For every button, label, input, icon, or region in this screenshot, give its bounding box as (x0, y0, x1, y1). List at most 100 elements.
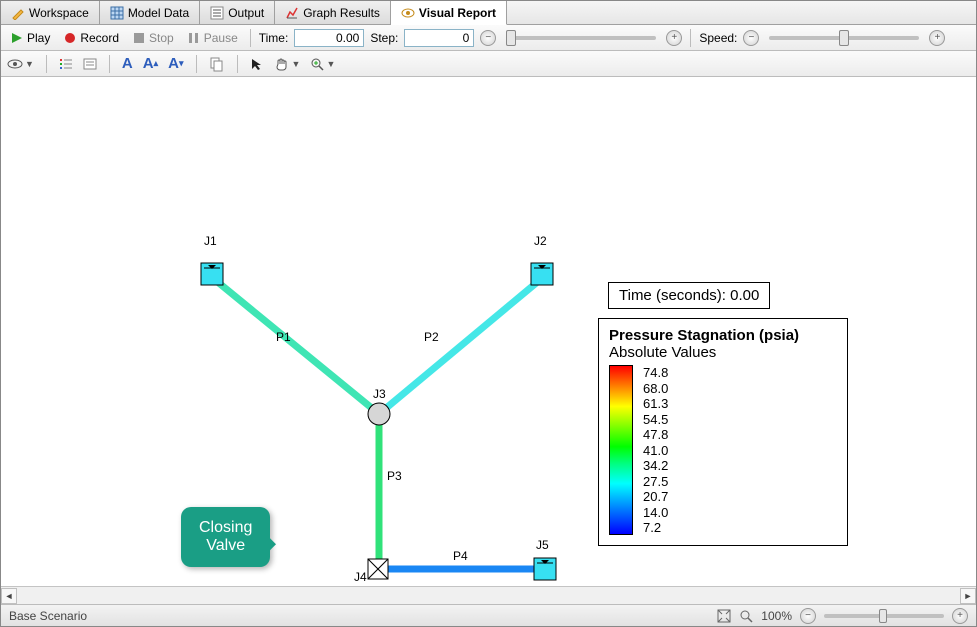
step-label: Step: (370, 31, 398, 45)
scroll-left-button[interactable]: ◄ (1, 588, 17, 604)
font-decrease-button[interactable]: A▾ (168, 55, 183, 72)
stop-button[interactable]: Stop (129, 30, 178, 46)
legend-value: 34.2 (643, 458, 668, 473)
list-icon (210, 6, 224, 20)
pause-icon (188, 32, 200, 44)
scenario-name: Base Scenario (9, 609, 87, 623)
callout-line2: Valve (199, 537, 252, 555)
status-bar: Base Scenario 100% − + (1, 604, 976, 626)
eye-icon (401, 6, 415, 20)
hand-icon (274, 56, 290, 72)
fit-to-window-icon[interactable] (717, 609, 731, 623)
label-j5: J5 (536, 538, 549, 552)
zoom-tool-button[interactable]: ▼ (310, 57, 335, 71)
step-input[interactable] (404, 29, 474, 47)
play-button[interactable]: Play (7, 30, 54, 46)
time-label: Time: (259, 31, 289, 45)
legend-value: 54.5 (643, 412, 668, 427)
separator (109, 55, 110, 73)
separator (196, 55, 197, 73)
label-j2: J2 (534, 234, 547, 248)
legend-value: 47.8 (643, 427, 668, 442)
pan-tool-button[interactable]: ▼ (274, 56, 301, 72)
speed-slider[interactable] (769, 36, 919, 40)
tab-label: Graph Results (303, 6, 380, 20)
junction-j1 (201, 263, 223, 285)
separator (250, 29, 251, 47)
pause-label: Pause (204, 31, 238, 45)
legend-value: 61.3 (643, 396, 668, 411)
tab-model-data[interactable]: Model Data (100, 1, 200, 24)
legend-value: 68.0 (643, 381, 668, 396)
color-legend: Pressure Stagnation (psia) Absolute Valu… (598, 318, 848, 546)
stop-label: Stop (149, 31, 174, 45)
chart-icon (285, 6, 299, 20)
speed-minus-button[interactable]: − (743, 30, 759, 46)
eye-icon (7, 57, 23, 71)
stop-icon (133, 32, 145, 44)
callout-line1: Closing (199, 519, 252, 537)
cursor-icon (250, 57, 264, 71)
horizontal-scrollbar[interactable]: ◄ ► (1, 586, 976, 604)
color-bar (609, 365, 633, 535)
tab-visual-report[interactable]: Visual Report (391, 1, 507, 25)
record-button[interactable]: Record (60, 30, 123, 46)
magnifier-plus-icon (310, 57, 324, 71)
grid-icon (110, 6, 124, 20)
view-toolbar: ▼ A A▴ A▾ ▼ ▼ (1, 51, 976, 77)
visibility-toggle-button[interactable]: ▼ (7, 57, 34, 71)
copy-icon (209, 56, 225, 72)
pointer-tool-button[interactable] (250, 57, 264, 71)
record-label: Record (80, 31, 119, 45)
time-readout: Time (seconds): 0.00 (608, 282, 770, 309)
zoom-out-button[interactable]: − (800, 608, 816, 624)
play-icon (11, 32, 23, 44)
junction-j5 (534, 558, 556, 580)
zoom-in-button[interactable]: + (952, 608, 968, 624)
legend-value: 20.7 (643, 489, 668, 504)
timeline-minus-button[interactable]: − (480, 30, 496, 46)
magnifier-icon[interactable] (739, 609, 753, 623)
speed-label: Speed: (699, 31, 737, 45)
label-j4: J4 (354, 570, 367, 584)
tab-label: Output (228, 6, 264, 20)
label-p3: P3 (387, 469, 402, 483)
pencil-icon (11, 6, 25, 20)
junction-j2 (531, 263, 553, 285)
scroll-right-button[interactable]: ► (960, 588, 976, 604)
legend-values: 74.8 68.0 61.3 54.5 47.8 41.0 34.2 27.5 … (643, 365, 668, 535)
label-p1: P1 (276, 330, 291, 344)
list-view-button[interactable] (59, 57, 73, 71)
pause-button[interactable]: Pause (184, 30, 242, 46)
timeline-plus-button[interactable]: + (666, 30, 682, 46)
play-label: Play (27, 31, 50, 45)
zoom-percent: 100% (761, 609, 792, 623)
legend-value: 7.2 (643, 520, 668, 535)
tab-label: Model Data (128, 6, 189, 20)
label-p2: P2 (424, 330, 439, 344)
label-p4: P4 (453, 549, 468, 563)
tab-workspace[interactable]: Workspace (1, 1, 100, 24)
scroll-track[interactable] (17, 588, 960, 604)
font-increase-button[interactable]: A▴ (143, 55, 158, 72)
list-icon (59, 57, 73, 71)
speed-plus-button[interactable]: + (929, 30, 945, 46)
legend-value: 14.0 (643, 505, 668, 520)
legend-value: 41.0 (643, 443, 668, 458)
tab-output[interactable]: Output (200, 1, 275, 24)
time-input[interactable] (294, 29, 364, 47)
legend-value: 74.8 (643, 365, 668, 380)
playback-toolbar: Play Record Stop Pause Time: Step: − + S… (1, 25, 976, 51)
font-color-button[interactable]: A (122, 55, 133, 72)
label-j1: J1 (204, 234, 217, 248)
zoom-slider[interactable] (824, 614, 944, 618)
timeline-slider[interactable] (506, 36, 656, 40)
separator (46, 55, 47, 73)
diagram-canvas[interactable]: J1 J2 J3 J4 J5 P1 P2 P3 P4 Closing Valve… (1, 77, 976, 586)
main-tabs: Workspace Model Data Output Graph Result… (1, 1, 976, 25)
text-box-button[interactable] (83, 57, 97, 71)
copy-button[interactable] (209, 56, 225, 72)
tab-graph-results[interactable]: Graph Results (275, 1, 391, 24)
pipe-p1 (214, 279, 379, 414)
separator (237, 55, 238, 73)
